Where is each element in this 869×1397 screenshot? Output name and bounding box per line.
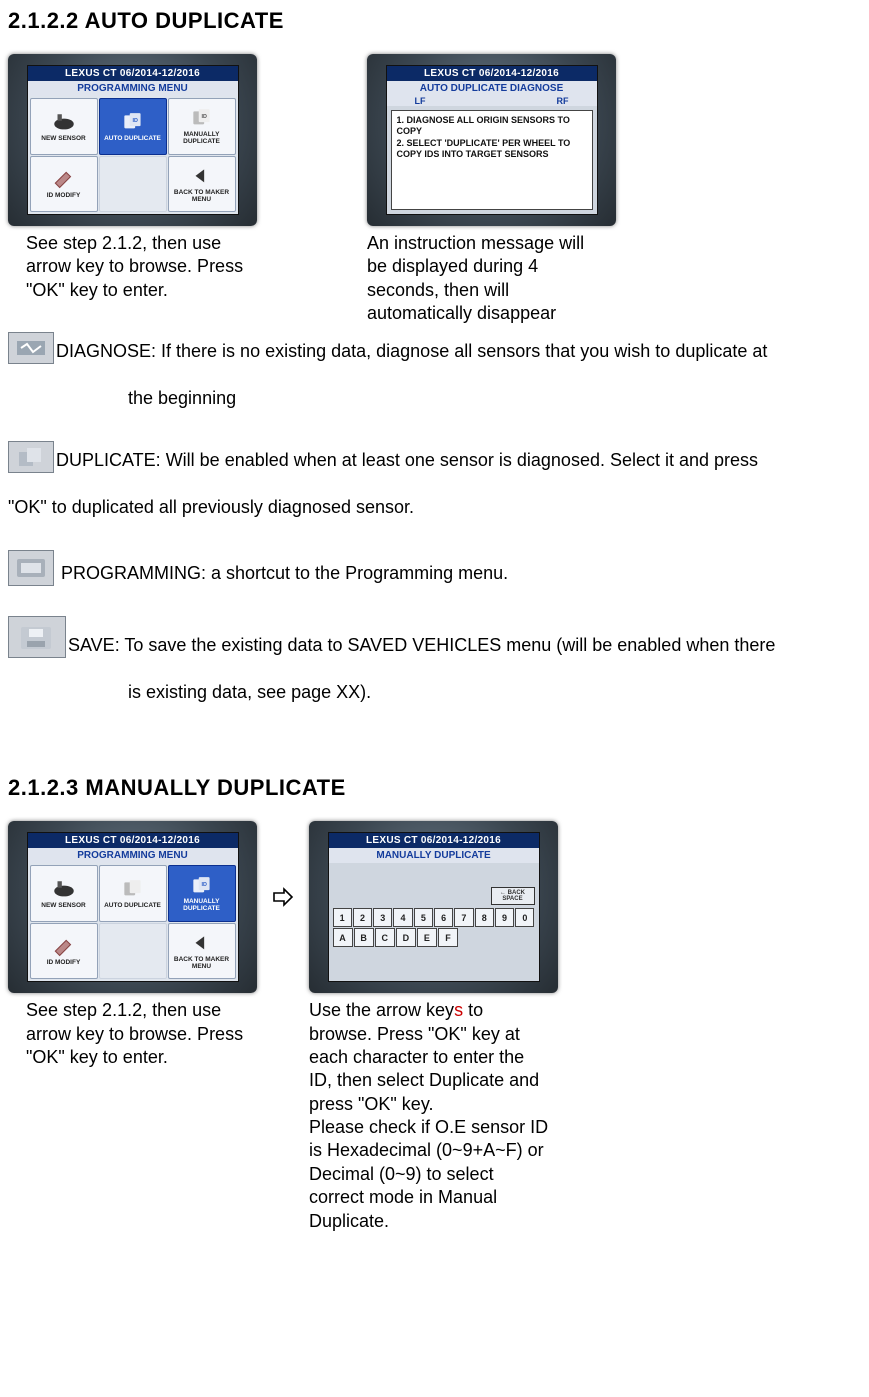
screen-header: LEXUS CT 06/2014-12/2016 [329, 833, 539, 848]
arrow-right-icon [271, 821, 295, 1057]
tile-label: MANUALLY DUPLICATE [169, 898, 235, 912]
screen-header: LEXUS CT 06/2014-12/2016 [28, 833, 238, 848]
tile-back-to-maker: BACK TO MAKER MENU [168, 923, 236, 980]
sensor-icon [51, 111, 77, 133]
backspace-key: ← BACK SPACE [491, 887, 535, 905]
svg-text:ID: ID [201, 114, 207, 120]
lf-label: LF [415, 96, 426, 106]
caption-right-2: Use the arrow keys to browse. Press "OK"… [309, 999, 549, 1233]
tile-label: AUTO DUPLICATE [102, 902, 163, 909]
caption-text: Use the arrow key [309, 1000, 454, 1020]
caption-text: Please check if O.E sensor ID is Hexadec… [309, 1117, 548, 1231]
screen-header: LEXUS CT 06/2014-12/2016 [387, 66, 597, 81]
definitions-block: DIAGNOSE: If there is no existing data, … [8, 332, 861, 706]
device-photo-programming-menu: LEXUS CT 06/2014-12/2016 PROGRAMMING MEN… [8, 54, 257, 226]
tile-empty [99, 156, 167, 213]
def-programming: PROGRAMMING: a shortcut to the Programmi… [56, 563, 508, 583]
tile-id-modify: ID MODIFY [30, 923, 98, 980]
keypad-key: 3 [373, 908, 392, 927]
caption-left-2: See step 2.1.2, then use arrow key to br… [26, 999, 256, 1069]
keypad-key: 2 [353, 908, 372, 927]
manual-duplicate-icon: ID [189, 107, 215, 129]
tile-new-sensor: NEW SENSOR [30, 865, 98, 922]
tile-label: BACK TO MAKER MENU [169, 189, 235, 203]
def-duplicate-line2: "OK" to duplicated all previously diagno… [8, 495, 861, 520]
def-save-line1: SAVE: To save the existing data to SAVED… [68, 635, 775, 655]
tile-back-to-maker: BACK TO MAKER MENU [168, 156, 236, 213]
keypad-key: D [396, 928, 416, 947]
svg-text:ID: ID [201, 881, 207, 887]
keypad-key: 7 [454, 908, 473, 927]
tile-manually-duplicate-selected: ID MANUALLY DUPLICATE [168, 865, 236, 922]
keypad-key: 8 [475, 908, 494, 927]
def-diagnose-line2: the beginning [128, 386, 861, 411]
section-heading-auto-duplicate: 2.1.2.2 AUTO DUPLICATE [8, 8, 861, 34]
screen-title: PROGRAMMING MENU [28, 848, 238, 863]
def-save-line2: is existing data, see page XX). [128, 680, 861, 705]
tile-label: BACK TO MAKER MENU [169, 956, 235, 970]
tile-manually-duplicate: ID MANUALLY DUPLICATE [168, 98, 236, 155]
rf-label: RF [557, 96, 569, 106]
back-arrow-icon [189, 165, 215, 187]
def-diagnose-line1: DIAGNOSE: If there is no existing data, … [56, 340, 767, 360]
hex-keypad: ← BACK SPACE 1234567890 ABCDEF [333, 887, 535, 959]
device-photo-auto-duplicate-diagnose: LEXUS CT 06/2014-12/2016 AUTO DUPLICATE … [367, 54, 616, 226]
save-thumb-icon [8, 616, 66, 658]
screen-title: MANUALLY DUPLICATE [329, 848, 539, 863]
keypad-key: B [354, 928, 374, 947]
tile-label: MANUALLY DUPLICATE [169, 131, 235, 145]
caption-text-highlight: s [454, 1000, 463, 1020]
instruction-box: 1. DIAGNOSE ALL ORIGIN SENSORS TO COPY 2… [391, 110, 593, 210]
tile-label: NEW SENSOR [39, 902, 87, 909]
auto-duplicate-icon: ID [120, 111, 146, 133]
caption-right-1: An instruction message will be displayed… [367, 232, 597, 326]
programming-thumb-icon [8, 550, 54, 586]
id-modify-icon [51, 168, 77, 190]
tile-new-sensor: NEW SENSOR [30, 98, 98, 155]
tile-label: ID MODIFY [45, 192, 83, 199]
section-heading-manually-duplicate: 2.1.2.3 MANUALLY DUPLICATE [8, 775, 861, 801]
keypad-key: 1 [333, 908, 352, 927]
diagnose-thumb-icon [8, 332, 54, 364]
def-duplicate-line1: DUPLICATE: Will be enabled when at least… [56, 450, 758, 470]
keypad-key: 9 [495, 908, 514, 927]
keypad-key: 5 [414, 908, 433, 927]
keypad-key: 6 [434, 908, 453, 927]
screen-title: AUTO DUPLICATE DIAGNOSE [387, 81, 597, 96]
device-photo-manual-duplicate-keypad: LEXUS CT 06/2014-12/2016 MANUALLY DUPLIC… [309, 821, 558, 993]
keypad-key: C [375, 928, 395, 947]
tile-empty [99, 923, 167, 980]
tile-auto-duplicate-selected: ID AUTO DUPLICATE [99, 98, 167, 155]
tile-auto-duplicate: AUTO DUPLICATE [99, 865, 167, 922]
screen-title: PROGRAMMING MENU [28, 81, 238, 96]
keypad-key: 0 [515, 908, 534, 927]
tile-id-modify: ID MODIFY [30, 156, 98, 213]
tile-label: AUTO DUPLICATE [102, 135, 163, 142]
keypad-key: E [417, 928, 437, 947]
tile-label: ID MODIFY [45, 959, 83, 966]
figure-row-1: LEXUS CT 06/2014-12/2016 PROGRAMMING MEN… [8, 54, 861, 326]
duplicate-thumb-icon [8, 441, 54, 473]
tile-label: NEW SENSOR [39, 135, 87, 142]
keypad-key: 4 [393, 908, 412, 927]
svg-text:ID: ID [132, 118, 138, 124]
device-photo-programming-menu-2: LEXUS CT 06/2014-12/2016 PROGRAMMING MEN… [8, 821, 257, 993]
lf-rf-row: LF RF [387, 96, 597, 106]
figure-row-2: LEXUS CT 06/2014-12/2016 PROGRAMMING MEN… [8, 821, 861, 1233]
keypad-key: A [333, 928, 353, 947]
screen-header: LEXUS CT 06/2014-12/2016 [28, 66, 238, 81]
keypad-key: F [438, 928, 458, 947]
caption-left-1: See step 2.1.2, then use arrow key to br… [26, 232, 256, 302]
